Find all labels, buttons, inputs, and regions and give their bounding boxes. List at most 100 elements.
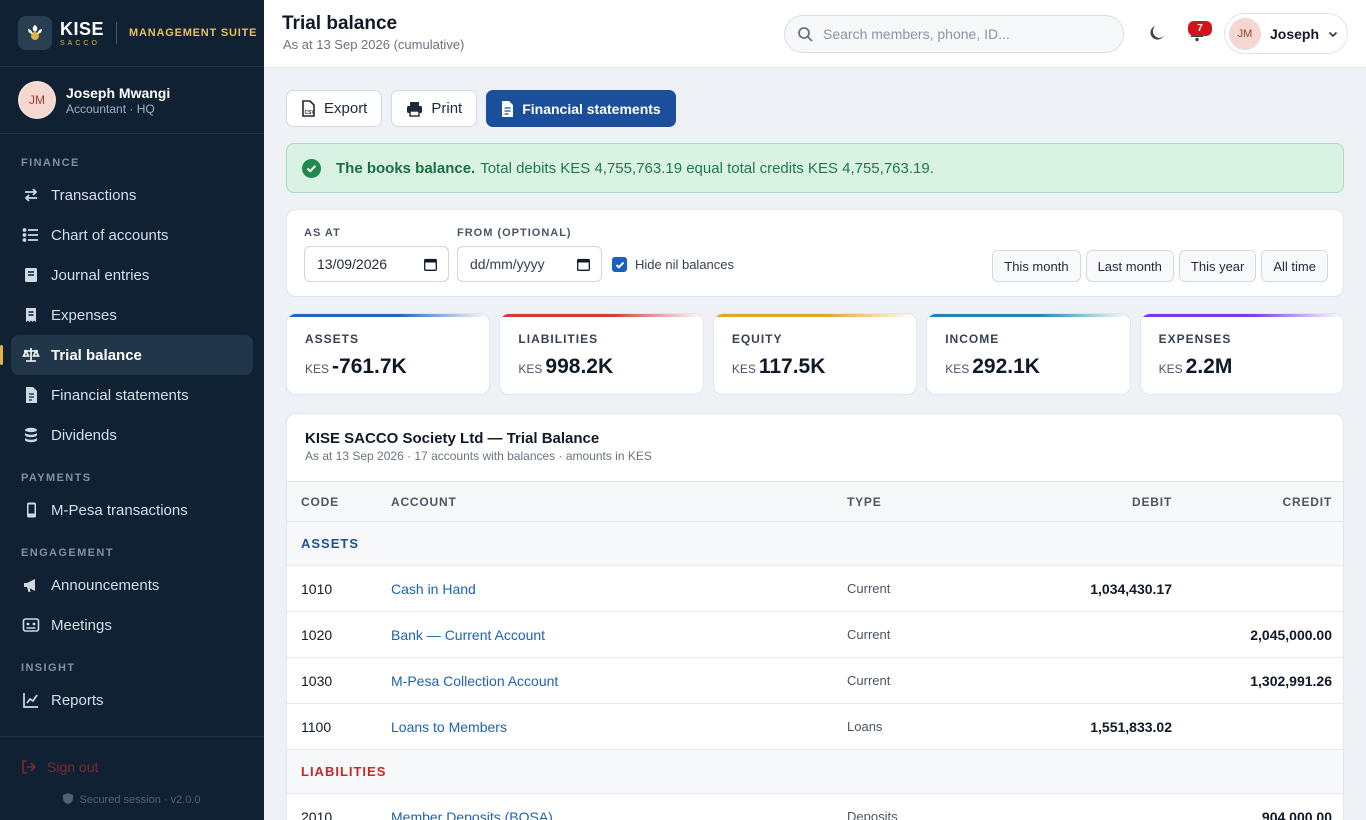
as-at-value: 13/09/2026 bbox=[317, 256, 388, 272]
sidebar-item-meetings[interactable]: Meetings bbox=[11, 605, 253, 645]
card-label: EXPENSES bbox=[1158, 332, 1232, 346]
hide-nil-checkbox[interactable]: Hide nil balances bbox=[612, 257, 734, 272]
brand-sub: SACCO bbox=[60, 39, 100, 47]
table-row: 2010 Member Deposits (BOSA) Deposits 904… bbox=[287, 794, 1343, 820]
sidebar-item-label: Chart of accounts bbox=[51, 226, 169, 244]
sidebar-item-journal-entries[interactable]: Journal entries bbox=[11, 255, 253, 295]
table-row: 1010 Cash in Hand Current 1,034,430.17 bbox=[287, 566, 1343, 612]
account-link[interactable]: Member Deposits (BOSA) bbox=[391, 809, 553, 820]
debit-amount: 1,551,833.02 bbox=[1090, 719, 1172, 735]
col-type: TYPE bbox=[847, 495, 882, 509]
card-accent bbox=[927, 314, 1130, 317]
trial-balance-table: KISE SACCO Society Ltd — Trial Balance A… bbox=[286, 413, 1344, 820]
brand-suite: MANAGEMENT SUITE bbox=[129, 27, 258, 39]
group-liabilities: LIABILITIES bbox=[287, 750, 1343, 794]
brand: KISE SACCO MANAGEMENT SUITE bbox=[0, 0, 264, 67]
table-row: 1030 M-Pesa Collection Account Current 1… bbox=[287, 658, 1343, 704]
document-icon bbox=[501, 100, 514, 117]
col-credit: CREDIT bbox=[1282, 495, 1332, 509]
card-value: 998.2K bbox=[545, 355, 614, 378]
credit-amount: 1,302,991.26 bbox=[1250, 673, 1332, 689]
session-info: Secured session · v2.0.0 bbox=[0, 793, 264, 807]
moon-icon bbox=[1148, 24, 1166, 42]
sidebar-item-dividends[interactable]: Dividends bbox=[11, 415, 253, 455]
user-name: Joseph bbox=[1270, 25, 1320, 42]
notification-badge: 7 bbox=[1188, 21, 1212, 36]
sidebar-item-mpesa-transactions[interactable]: M-Pesa transactions bbox=[11, 490, 253, 530]
sidebar-item-chart-of-accounts[interactable]: Chart of accounts bbox=[11, 215, 253, 255]
export-label: Export bbox=[324, 100, 368, 117]
card-label: ASSETS bbox=[305, 332, 360, 346]
book-icon bbox=[22, 266, 40, 284]
from-value: dd/mm/yyyy bbox=[470, 256, 545, 272]
alert-strong: The books balance. bbox=[336, 159, 476, 177]
preset-this-year[interactable]: This year bbox=[1178, 250, 1257, 282]
account-type: Current bbox=[847, 627, 891, 642]
card-accent bbox=[713, 314, 917, 317]
sidebar-item-label: Reports bbox=[51, 691, 104, 709]
as-at-label: AS AT bbox=[304, 227, 341, 239]
sidebar-item-reports[interactable]: Reports bbox=[11, 680, 253, 720]
account-link[interactable]: Cash in Hand bbox=[391, 581, 476, 597]
preset-this-month[interactable]: This month bbox=[992, 250, 1081, 282]
as-at-date-input[interactable]: 13/09/2026 bbox=[304, 246, 449, 282]
financial-statements-button[interactable]: Financial statements bbox=[486, 90, 676, 127]
summary-cards: ASSETS KES -761.7K LIABILITIES KES 998.2K … bbox=[286, 313, 1345, 395]
card-currency: KES bbox=[518, 362, 543, 376]
account-link[interactable]: Bank — Current Account bbox=[391, 627, 545, 643]
sidebar-item-label: Transactions bbox=[51, 186, 137, 204]
sidebar-item-announcements[interactable]: Announcements bbox=[11, 565, 253, 605]
action-bar: CSV Export Print Financial statements bbox=[286, 90, 676, 127]
brand-name: KISE bbox=[60, 18, 105, 39]
hide-nil-label: Hide nil balances bbox=[635, 257, 735, 272]
user-menu-button[interactable]: JM Joseph bbox=[1224, 13, 1348, 54]
account-type: Loans bbox=[847, 719, 883, 734]
account-link[interactable]: Loans to Members bbox=[391, 719, 507, 735]
col-code: CODE bbox=[301, 495, 339, 509]
account-code: 2010 bbox=[301, 809, 333, 820]
account-type: Current bbox=[847, 673, 891, 688]
sidebar: KISE SACCO MANAGEMENT SUITE JM Joseph Mw… bbox=[0, 0, 264, 820]
shield-icon bbox=[63, 793, 74, 807]
profile-name: Joseph Mwangi bbox=[66, 84, 171, 101]
card-label: EQUITY bbox=[731, 332, 783, 346]
page-subtitle: As at 13 Sep 2026 (cumulative) bbox=[283, 37, 465, 52]
group-assets: ASSETS bbox=[287, 522, 1343, 566]
card-value: 2.2M bbox=[1185, 355, 1233, 378]
sidebar-item-label: Expenses bbox=[51, 306, 117, 324]
card-label: INCOME bbox=[945, 332, 1000, 346]
svg-text:CSV: CSV bbox=[305, 110, 316, 116]
sign-out-icon bbox=[21, 759, 37, 775]
dark-mode-toggle[interactable] bbox=[1148, 24, 1166, 42]
preset-all-time[interactable]: All time bbox=[1261, 250, 1328, 282]
sidebar-item-trial-balance[interactable]: Trial balance bbox=[0, 335, 253, 375]
balance-alert: The books balance. Total debits KES 4,75… bbox=[286, 143, 1344, 193]
sign-out-button[interactable]: Sign out bbox=[21, 759, 98, 775]
preset-last-month[interactable]: Last month bbox=[1085, 250, 1174, 282]
sidebar-item-financial-statements[interactable]: Financial statements bbox=[11, 375, 253, 415]
sidebar-item-expenses[interactable]: Expenses bbox=[11, 295, 253, 335]
sidebar-item-transactions[interactable]: Transactions bbox=[11, 175, 253, 215]
avatar: JM bbox=[1229, 17, 1261, 50]
account-code: 1020 bbox=[301, 627, 333, 643]
chart-icon bbox=[22, 691, 40, 709]
sidebar-profile[interactable]: JM Joseph Mwangi Accountant · HQ bbox=[0, 67, 264, 134]
account-link[interactable]: M-Pesa Collection Account bbox=[391, 673, 558, 689]
arrows-icon bbox=[22, 186, 40, 204]
date-presets: This month Last month This year All time bbox=[992, 250, 1328, 282]
from-date-input[interactable]: dd/mm/yyyy bbox=[457, 246, 602, 282]
search-box[interactable] bbox=[784, 15, 1124, 53]
card-accent bbox=[1140, 314, 1344, 317]
print-button[interactable]: Print bbox=[391, 90, 478, 127]
card-expenses: EXPENSES KES 2.2M bbox=[1139, 313, 1345, 395]
sign-out-label: Sign out bbox=[47, 759, 99, 775]
account-type: Deposits bbox=[847, 809, 898, 820]
nav-section-payments: PAYMENTS bbox=[21, 472, 92, 484]
export-button[interactable]: CSV Export bbox=[286, 90, 383, 127]
search-input[interactable] bbox=[823, 26, 1113, 42]
card-currency: KES bbox=[731, 362, 756, 376]
calendar-icon bbox=[424, 258, 437, 271]
card-accent bbox=[287, 314, 490, 317]
card-currency: KES bbox=[305, 362, 330, 376]
sacco-logo-icon bbox=[18, 16, 52, 50]
